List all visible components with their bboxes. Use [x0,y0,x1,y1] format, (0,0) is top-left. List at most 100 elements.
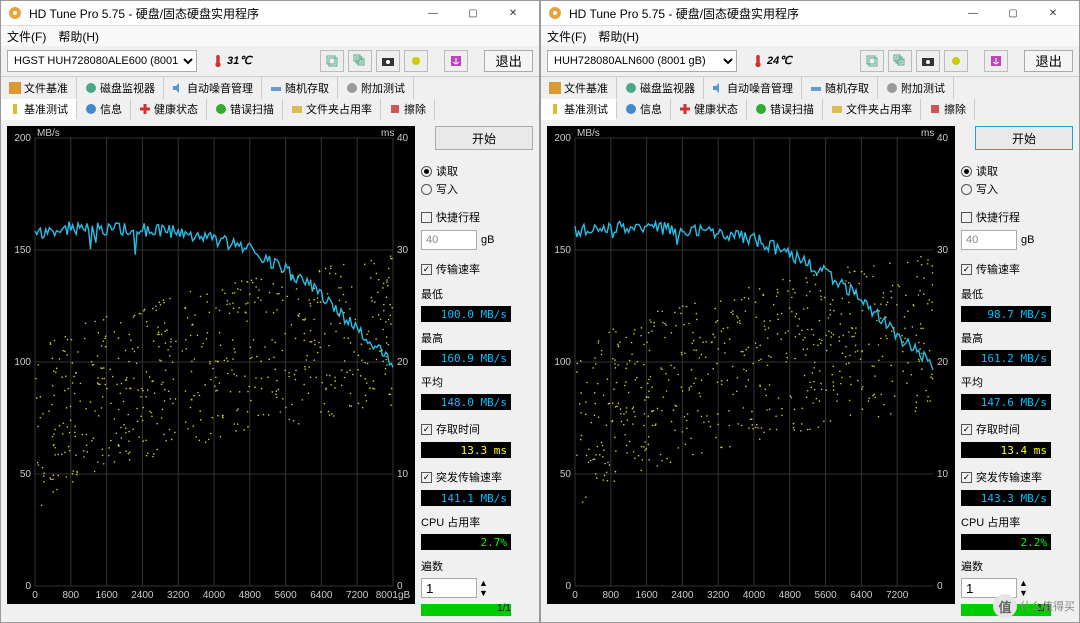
svg-text:0: 0 [937,581,943,592]
copy-all-button[interactable] [348,50,372,72]
label-min: 最低 [961,286,1073,302]
short-stroke-input[interactable] [421,230,477,250]
svg-text:30: 30 [937,245,949,256]
stat-cpu: 2.2% [961,534,1051,550]
maximize-button[interactable]: ▢ [453,1,493,25]
tab-disk-monitor[interactable]: 磁盘监视器 [77,77,164,98]
tab-benchmark[interactable]: 基准测试 [541,99,617,120]
tab-extra-tests[interactable]: 附加测试 [878,77,954,98]
menu-help[interactable]: 帮助(H) [58,28,99,45]
window-left: HD Tune Pro 5.75 - 硬盘/固态硬盘实用程序 — ▢ ✕ 文件(… [0,0,540,623]
tabs-row-2: 基准测试 信息 健康状态 错误扫描 文件夹占用率 擦除 [541,99,1079,120]
tab-erase[interactable]: 擦除 [381,99,435,120]
save-button[interactable] [984,50,1008,72]
check-short-stroke[interactable]: 快捷行程 [961,208,1073,226]
check-burst[interactable]: ✓突发传输速率 [421,468,533,486]
menu-file[interactable]: 文件(F) [7,28,46,45]
exit-button[interactable]: 退出 [1024,50,1073,72]
start-button[interactable]: 开始 [975,126,1073,150]
check-transfer[interactable]: ✓传输速率 [961,260,1073,278]
tab-extra-tests[interactable]: 附加测试 [338,77,414,98]
radio-write[interactable]: 写入 [421,180,533,198]
settings-button[interactable] [944,50,968,72]
maximize-button[interactable]: ▢ [993,1,1033,25]
tab-folder-usage[interactable]: 文件夹占用率 [823,99,921,120]
stat-max: 160.9 MB/s [421,350,511,366]
radio-write[interactable]: 写入 [961,180,1073,198]
tab-random-access[interactable]: 随机存取 [262,77,338,98]
menu-help[interactable]: 帮助(H) [598,28,639,45]
exit-button[interactable]: 退出 [484,50,533,72]
svg-text:ms: ms [381,128,394,139]
tab-file-benchmark[interactable]: 文件基准 [541,77,617,98]
svg-text:4000: 4000 [743,590,766,601]
tab-aam[interactable]: 自动噪音管理 [164,77,262,98]
check-access[interactable]: ✓存取时间 [961,420,1073,438]
screenshot-button[interactable] [916,50,940,72]
tab-health[interactable]: 健康状态 [131,99,207,120]
svg-text:200: 200 [14,133,31,144]
close-button[interactable]: ✕ [493,1,533,25]
tab-info[interactable]: 信息 [617,99,671,120]
content: 0501001502000102030400800160024003200400… [541,120,1079,622]
benchmark-chart: 0501001502000102030400800160024003200400… [7,126,415,604]
close-button[interactable]: ✕ [1033,1,1073,25]
svg-text:8001gB: 8001gB [376,590,411,601]
window-title: HD Tune Pro 5.75 - 硬盘/固态硬盘实用程序 [569,5,953,22]
tab-folder-usage[interactable]: 文件夹占用率 [283,99,381,120]
drive-select[interactable]: HUH728080ALN600 (8001 gB) [547,50,737,72]
tab-info[interactable]: 信息 [77,99,131,120]
copy-all-button[interactable] [888,50,912,72]
tab-error-scan[interactable]: 错误扫描 [207,99,283,120]
stat-min: 98.7 MB/s [961,306,1051,322]
svg-text:1600: 1600 [635,590,658,601]
tab-erase[interactable]: 擦除 [921,99,975,120]
screenshot-button[interactable] [376,50,400,72]
check-burst[interactable]: ✓突发传输速率 [961,468,1073,486]
tab-random-access[interactable]: 随机存取 [802,77,878,98]
check-access[interactable]: ✓存取时间 [421,420,533,438]
svg-text:30: 30 [397,245,409,256]
tab-disk-monitor[interactable]: 磁盘监视器 [617,77,704,98]
svg-text:50: 50 [20,469,32,480]
svg-text:0: 0 [32,590,38,601]
svg-text:20: 20 [397,357,409,368]
radio-read[interactable]: 读取 [421,162,533,180]
stat-min: 100.0 MB/s [421,306,511,322]
minimize-button[interactable]: — [953,1,993,25]
stat-access: 13.4 ms [961,442,1051,458]
svg-text:40: 40 [937,133,949,144]
short-stroke-input[interactable] [961,230,1017,250]
window-right: HD Tune Pro 5.75 - 硬盘/固态硬盘实用程序 — ▢ ✕ 文件(… [540,0,1080,623]
temp-value: 24℃ [767,54,792,67]
check-transfer[interactable]: ✓传输速率 [421,260,533,278]
svg-text:50: 50 [560,469,572,480]
radio-read[interactable]: 读取 [961,162,1073,180]
tab-benchmark[interactable]: 基准测试 [1,99,77,120]
save-button[interactable] [444,50,468,72]
minimize-button[interactable]: — [413,1,453,25]
svg-text:MB/s: MB/s [37,128,60,139]
drive-select[interactable]: HGST HUH728080ALE600 (8001 gB) [7,50,197,72]
svg-text:7200: 7200 [346,590,369,601]
passes-input[interactable] [421,578,477,598]
svg-text:6400: 6400 [310,590,333,601]
tab-aam[interactable]: 自动噪音管理 [704,77,802,98]
settings-button[interactable] [404,50,428,72]
benchmark-chart: 0501001502000102030400800160024003200400… [547,126,955,604]
svg-text:1600: 1600 [95,590,118,601]
start-button[interactable]: 开始 [435,126,533,150]
copy-button[interactable] [320,50,344,72]
app-icon [7,5,23,21]
copy-button[interactable] [860,50,884,72]
svg-text:4800: 4800 [239,590,262,601]
tab-health[interactable]: 健康状态 [671,99,747,120]
tab-file-benchmark[interactable]: 文件基准 [1,77,77,98]
side-panel: 开始 读取 写入 快捷行程 gB ✓传输速率 最低 98.7 MB/s 最高 1… [961,126,1073,616]
tab-error-scan[interactable]: 错误扫描 [747,99,823,120]
check-short-stroke[interactable]: 快捷行程 [421,208,533,226]
titlebar: HD Tune Pro 5.75 - 硬盘/固态硬盘实用程序 — ▢ ✕ [1,1,539,26]
svg-text:6400: 6400 [850,590,873,601]
menu-file[interactable]: 文件(F) [547,28,586,45]
svg-text:0: 0 [25,581,31,592]
